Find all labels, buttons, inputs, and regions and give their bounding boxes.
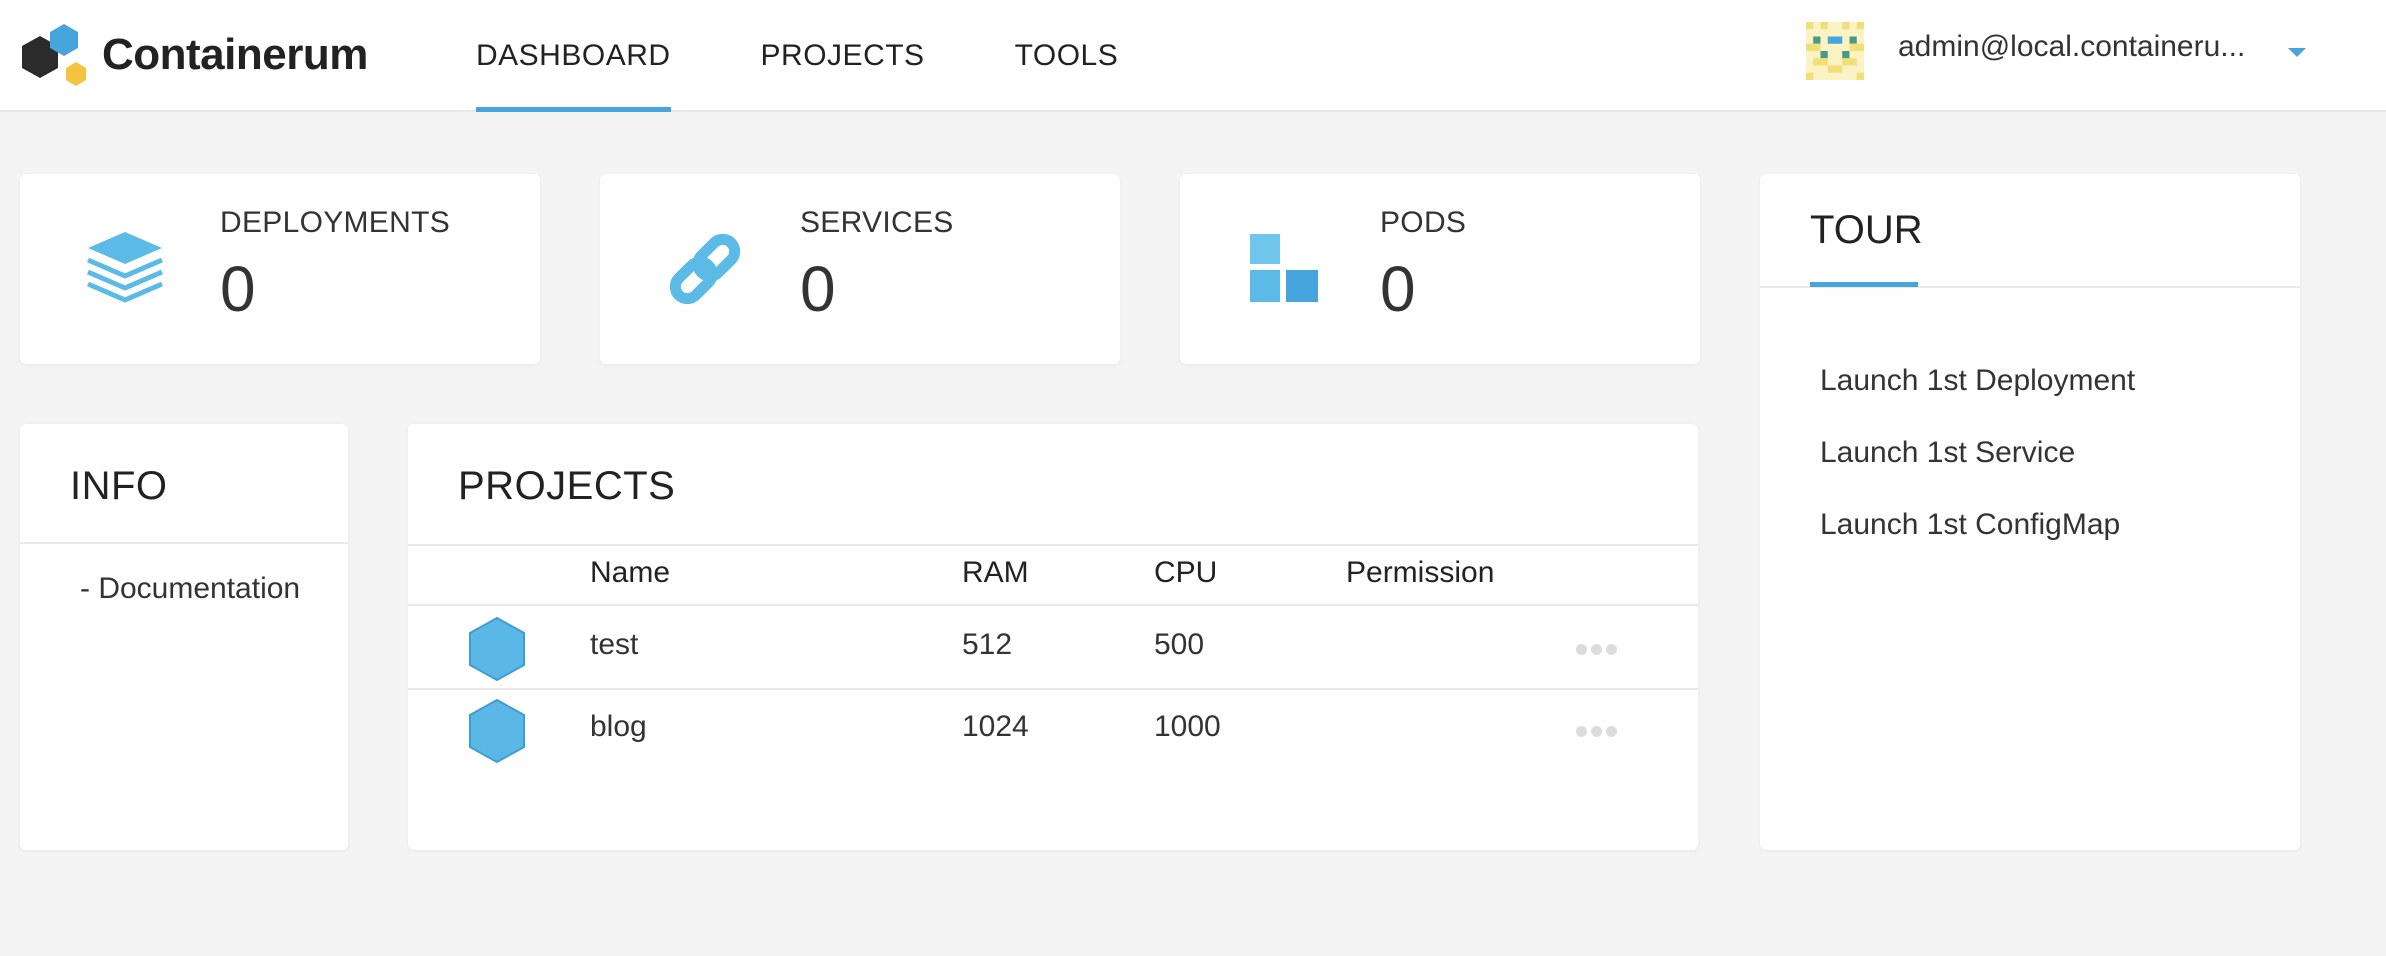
tour-card: TOUR Launch 1st Deployment Launch 1st Se… — [1760, 174, 2300, 850]
deployments-count: 0 — [220, 253, 256, 325]
project-name[interactable]: test — [590, 628, 638, 662]
layers-icon — [87, 232, 163, 303]
pods-card[interactable]: PODS 0 — [1180, 174, 1700, 364]
projects-title: PROJECTS — [458, 464, 676, 508]
deployments-label: DEPLOYMENTS — [220, 206, 451, 239]
services-label: SERVICES — [800, 206, 954, 239]
services-count: 0 — [800, 253, 836, 325]
project-hexagon-icon — [469, 616, 525, 682]
column-header-permission[interactable]: Permission — [1346, 556, 1494, 590]
documentation-link[interactable]: - Documentation — [80, 572, 300, 606]
info-title: INFO — [70, 464, 168, 508]
app-name: Containerum — [102, 30, 368, 79]
containerum-logo-icon — [22, 24, 86, 86]
divider — [20, 542, 348, 544]
table-row[interactable]: test 512 500 — [408, 608, 1698, 690]
deployments-card[interactable]: DEPLOYMENTS 0 — [20, 174, 540, 364]
user-avatar[interactable] — [1806, 22, 1864, 80]
info-card: INFO - Documentation — [20, 424, 348, 850]
app-logo[interactable]: Containerum — [18, 22, 368, 88]
caret-down-icon[interactable] — [2288, 48, 2306, 57]
top-header: Containerum DASHBOARD PROJECTS TOOLS adm… — [0, 0, 2386, 112]
project-hexagon-icon — [469, 698, 525, 764]
more-options-icon[interactable] — [1576, 726, 1617, 737]
services-card[interactable]: SERVICES 0 — [600, 174, 1120, 364]
project-name[interactable]: blog — [590, 710, 647, 744]
column-header-ram[interactable]: RAM — [962, 556, 1029, 590]
tour-item-deployment[interactable]: Launch 1st Deployment — [1820, 364, 2135, 398]
nav-tools[interactable]: TOOLS — [1015, 0, 1119, 112]
tour-item-configmap[interactable]: Launch 1st ConfigMap — [1820, 508, 2120, 542]
pods-label: PODS — [1380, 206, 1467, 239]
nav-dashboard[interactable]: DASHBOARD — [476, 0, 671, 112]
more-options-icon[interactable] — [1576, 644, 1617, 655]
project-cpu: 500 — [1154, 628, 1205, 661]
projects-card: PROJECTS Name RAM CPU Permission test 51… — [408, 424, 1698, 850]
user-menu[interactable]: admin@local.containeru... — [1806, 0, 2386, 112]
column-header-cpu[interactable]: CPU — [1154, 556, 1217, 590]
nav-projects[interactable]: PROJECTS — [761, 0, 925, 112]
project-cpu: 1000 — [1154, 710, 1221, 743]
link-icon — [669, 233, 741, 305]
user-email[interactable]: admin@local.containeru... — [1898, 30, 2248, 64]
tour-title[interactable]: TOUR — [1810, 208, 1923, 253]
column-header-name[interactable]: Name — [590, 556, 670, 590]
main-nav: DASHBOARD PROJECTS TOOLS — [476, 0, 1118, 112]
tour-item-service[interactable]: Launch 1st Service — [1820, 436, 2075, 470]
blocks-icon — [1250, 234, 1318, 302]
project-ram: 1024 — [962, 710, 1029, 743]
project-ram: 512 — [962, 628, 1013, 661]
table-row[interactable]: blog 1024 1000 — [408, 690, 1698, 772]
tour-tab-underline — [1810, 282, 1918, 287]
pods-count: 0 — [1380, 253, 1416, 325]
projects-table-header: Name RAM CPU Permission — [408, 544, 1698, 606]
